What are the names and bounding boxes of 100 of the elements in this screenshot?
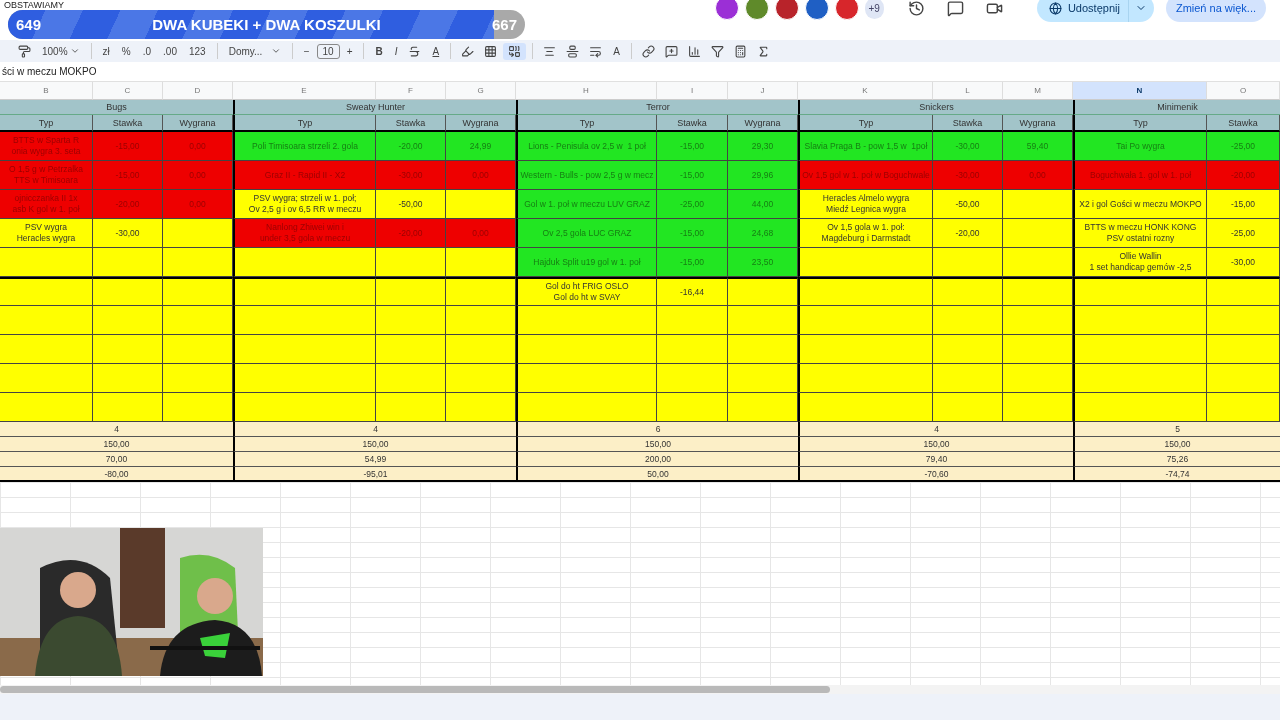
table-cell: Boguchwała 1. gol w 1. poł [1073,161,1207,190]
document-title: OBSTAWIAMY [4,0,64,10]
collaborator-avatar[interactable] [774,0,799,20]
table-cell: -20,00 [376,219,446,248]
text-color-button[interactable]: A [427,43,445,59]
table-cell: -25,00 [657,190,728,219]
column-letter[interactable]: F [376,82,446,100]
align-center-icon[interactable] [543,44,557,58]
column-letter[interactable]: L [933,82,1003,100]
table-cell [163,393,233,422]
chart-icon[interactable] [687,44,701,58]
calculator-icon[interactable] [733,44,747,58]
column-letter[interactable]: J [728,82,798,100]
merge-cells-button[interactable] [503,42,527,60]
table-cell [93,335,163,364]
increase-font-button[interactable]: + [341,43,358,59]
table-cell [1003,393,1073,422]
bold-button[interactable]: B [370,43,388,59]
summary-cell: -70,60 [798,467,1073,482]
table-cell: Ov 2,5 gola LUC GRAZ [516,219,657,248]
summary-cell: 6 [516,422,798,437]
summary-cell: 150,00 [1073,437,1280,452]
number-format-button[interactable]: .0 [137,43,157,59]
decrease-font-button[interactable]: − [298,43,315,59]
column-letter[interactable]: I [657,82,728,100]
table-cell: -16,44 [657,277,728,306]
table-cell [933,335,1003,364]
strikethrough-icon[interactable] [408,44,422,58]
summary-cell: -74,74 [1073,467,1280,482]
font-select[interactable]: Domy... [223,43,286,59]
collaborator-avatar[interactable] [804,0,829,20]
wrap-text-icon[interactable] [589,44,603,58]
formula-text[interactable]: ści w meczu MOKPO [2,66,97,77]
column-letter[interactable]: K [798,82,933,100]
vertical-align-icon[interactable] [566,44,580,58]
link-icon[interactable] [641,44,655,58]
column-header: Typ [1073,115,1207,132]
table-cell: O 1,5 g w Petrzalka TTS w Timisoara [0,161,93,190]
summary-cell: 75,26 [1073,452,1280,467]
highlighter-icon[interactable] [461,44,475,58]
table-cell: -20,00 [1207,161,1280,190]
column-letter[interactable]: B [0,82,93,100]
table-cell: BTTS w meczu HONK KONG PSV ostatni rozny [1073,219,1207,248]
table-cell [728,364,798,393]
summary-cell: -80,00 [0,467,233,482]
group-header: Terror [516,100,798,115]
column-header: Stawka [657,115,728,132]
filter-icon[interactable] [710,44,724,58]
table-cell: PSV wygra Heracles wygra [0,219,93,248]
column-letter[interactable]: D [163,82,233,100]
table-cell: Poli Timisoara strzeli 2. gola [233,132,376,161]
column-letter[interactable]: O [1207,82,1280,100]
column-header: Typ [798,115,933,132]
table-cell: Gol do ht FRIG OSLO Gol do ht w SVAY [516,277,657,306]
column-letter[interactable]: E [233,82,376,100]
collaborator-avatar[interactable] [714,0,739,20]
table-cell: Heracles Almelo wygra Miedź Legnica wygra [798,190,933,219]
table-cell [657,335,728,364]
table-cell [446,190,516,219]
table-cell: BTTS w Sparta R onia wygra 3. seta [0,132,93,161]
column-header: Wygrana [1003,115,1073,132]
share-menu-button[interactable] [1127,0,1154,22]
italic-button[interactable]: I [389,43,403,59]
column-header: Stawka [376,115,446,132]
switch-button[interactable]: Zmień na więk... [1165,0,1266,22]
table-cell [376,364,446,393]
text-rotation-button[interactable]: A [608,43,625,59]
column-header: Stawka [933,115,1003,132]
column-letter[interactable]: H [516,82,657,100]
paint-format-icon[interactable] [18,44,31,58]
add-comment-icon[interactable] [664,44,678,58]
table-cell: 0,00 [1003,161,1073,190]
table-cell [93,306,163,335]
share-button[interactable]: Udostępnij [1036,0,1128,22]
table-cell [163,219,233,248]
column-letter[interactable]: N [1073,82,1207,100]
table-cell [728,277,798,306]
column-letter[interactable]: M [1003,82,1073,100]
table-cell: Hajduk Split u19 gol w 1. poł [516,248,657,277]
number-format-button[interactable]: zł [97,43,115,59]
number-format-button[interactable]: 123 [183,43,211,59]
comment-icon[interactable] [946,0,964,17]
collaborator-avatar[interactable] [744,0,769,20]
table-cell: -30,00 [1207,248,1280,277]
collaborator-avatar[interactable] [834,0,859,20]
borders-icon[interactable] [484,44,498,58]
number-format-button[interactable]: % [116,43,136,59]
zoom-select[interactable]: 100% [37,43,85,59]
font-size-field[interactable]: 10 [316,43,340,59]
column-letter[interactable]: C [93,82,163,100]
horizontal-scrollbar[interactable] [0,686,830,693]
column-header: Stawka [93,115,163,132]
group-header: Sweaty Hunter [233,100,516,115]
history-icon[interactable] [907,0,925,17]
table-cell: 24,99 [446,132,516,161]
column-letter[interactable]: G [446,82,516,100]
more-collaborators[interactable]: +9 [864,0,884,19]
table-cell: -20,00 [93,190,163,219]
number-format-button[interactable]: .00 [158,43,182,59]
table-cell: -30,00 [93,219,163,248]
